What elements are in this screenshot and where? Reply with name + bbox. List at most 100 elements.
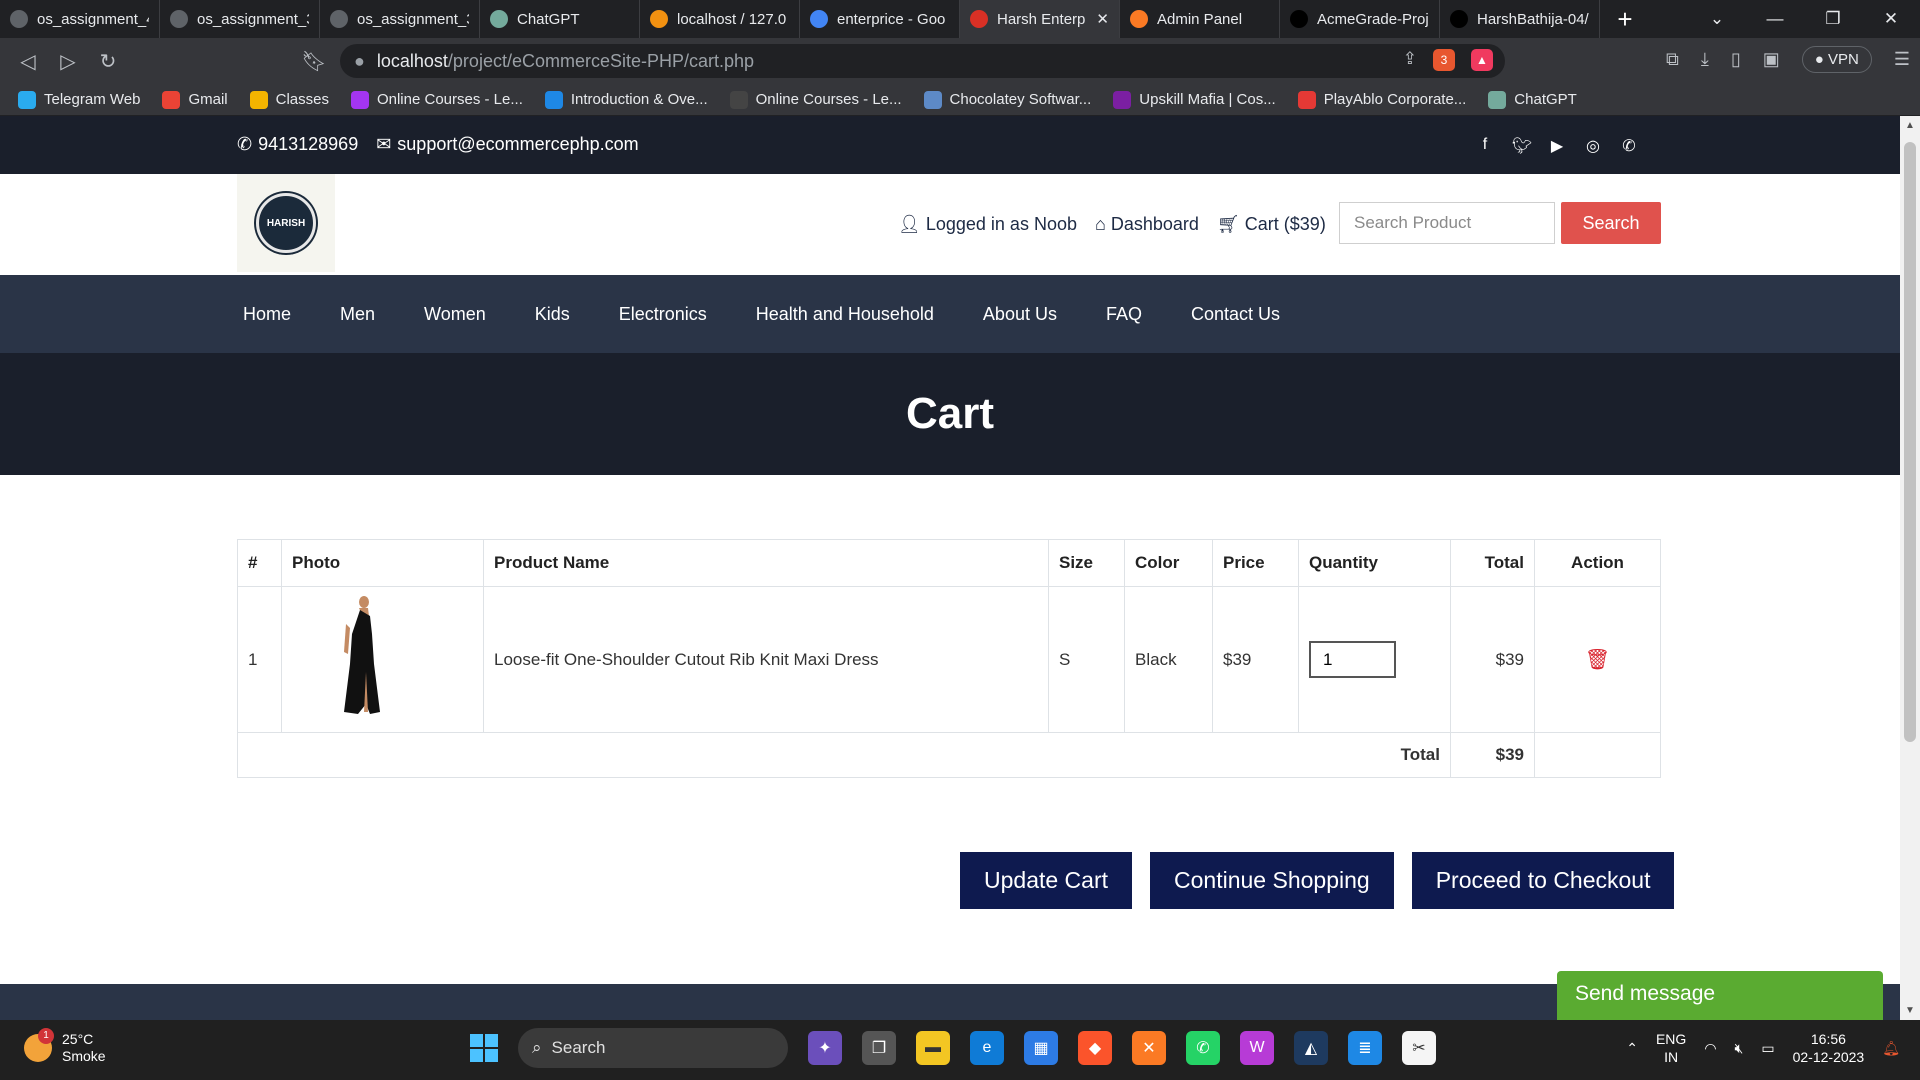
search-button[interactable]: Search	[1561, 202, 1661, 244]
volume-muted-icon[interactable]: 🔇︎	[1735, 1040, 1744, 1057]
store-icon[interactable]: ▦	[1024, 1031, 1058, 1065]
youtube-icon[interactable]: ▶	[1548, 136, 1566, 156]
xampp-icon[interactable]: ✕	[1132, 1031, 1166, 1065]
product-photo[interactable]	[330, 594, 392, 720]
bookmark-item[interactable]: Chocolatey Softwar...	[923, 90, 1091, 109]
instagram-icon[interactable]: ◎	[1584, 136, 1602, 156]
search-input[interactable]	[1339, 202, 1555, 244]
browser-tab[interactable]: os_assignment_4	[0, 0, 160, 38]
bookmark-item[interactable]: Telegram Web	[18, 90, 141, 109]
chat-widget-button[interactable]: Send message	[1557, 971, 1883, 1020]
copilot-icon[interactable]: ✦	[808, 1031, 842, 1065]
email-contact[interactable]: ✉ support@ecommercephp.com	[376, 134, 638, 155]
notification-bell-icon[interactable]: 🔔︎	[1882, 1040, 1900, 1057]
menu-icon[interactable]: ☰	[1894, 49, 1910, 70]
vpn-label: VPN	[1828, 51, 1859, 68]
brave-shields-icon[interactable]: 3	[1433, 49, 1455, 71]
browser-tab[interactable]: Harsh Enterp ✕	[960, 0, 1120, 38]
wallet-icon[interactable]: ▣	[1763, 49, 1780, 70]
minimize-button[interactable]: —	[1746, 9, 1804, 29]
battery-icon[interactable]: ▭	[1761, 1040, 1774, 1057]
nav-item-electronics[interactable]: Electronics	[619, 304, 707, 325]
new-tab-button[interactable]: +	[1600, 4, 1650, 35]
twitter-icon[interactable]: 🐦︎	[1512, 136, 1532, 156]
azure-icon[interactable]: ◭	[1294, 1031, 1328, 1065]
weather-widget[interactable]: 1 25°C Smoke	[24, 1028, 106, 1065]
bookmark-item[interactable]: Gmail	[162, 90, 228, 109]
nav-item-men[interactable]: Men	[340, 304, 375, 325]
bookmark-item[interactable]: Introduction & Ove...	[544, 90, 708, 109]
file-explorer-icon[interactable]: ▬	[916, 1031, 950, 1065]
scrollbar-thumb[interactable]	[1904, 142, 1916, 742]
back-button[interactable]: ◁	[8, 49, 48, 74]
nav-item-faq[interactable]: FAQ	[1106, 304, 1142, 325]
browser-tab[interactable]: HarshBathija-04/	[1440, 0, 1600, 38]
nav-item-health-and-household[interactable]: Health and Household	[756, 304, 934, 325]
continue-shopping-button[interactable]: Continue Shopping	[1150, 852, 1394, 909]
bookmark-item[interactable]: Upskill Mafia | Cos...	[1113, 90, 1276, 109]
bookmark-item[interactable]: Online Courses - Le...	[350, 90, 523, 109]
downloads-icon[interactable]: ⤓	[1701, 49, 1709, 70]
nav-item-kids[interactable]: Kids	[535, 304, 570, 325]
nav-item-about-us[interactable]: About Us	[983, 304, 1057, 325]
bookmark-item[interactable]: ChatGPT	[1488, 90, 1577, 109]
browser-tab[interactable]: os_assignment_3	[160, 0, 320, 38]
brave-browser-icon[interactable]: ◆	[1078, 1031, 1112, 1065]
bookmark-label: Telegram Web	[44, 91, 141, 108]
nav-item-women[interactable]: Women	[424, 304, 486, 325]
product-name[interactable]: Loose-fit One-Shoulder Cutout Rib Knit M…	[483, 586, 1049, 733]
browser-tab[interactable]: ChatGPT	[480, 0, 640, 38]
site-logo[interactable]: HARISH	[237, 174, 335, 272]
reload-button[interactable]: ↻	[88, 49, 128, 74]
tab-search-chevron-icon[interactable]: ⌄	[1688, 9, 1746, 29]
logged-in-link[interactable]: 👤︎ Logged in as Noob	[898, 214, 1077, 235]
whatsapp-icon[interactable]: ✆	[1620, 136, 1638, 156]
browser-tab[interactable]: localhost / 127.0	[640, 0, 800, 38]
notepad-icon[interactable]: ≣	[1348, 1031, 1382, 1065]
facebook-icon[interactable]: f	[1476, 136, 1494, 156]
url-bar[interactable]: ● localhost/project/eCommerceSite-PHP/ca…	[340, 44, 1505, 78]
dashboard-link[interactable]: ⌂ Dashboard	[1095, 214, 1199, 235]
share-icon[interactable]: ⇪	[1403, 49, 1417, 71]
language-indicator[interactable]: ENG IN	[1656, 1030, 1686, 1066]
windows-start-icon[interactable]	[470, 1034, 498, 1062]
sidebar-icon[interactable]: ▯	[1731, 49, 1741, 70]
phone-contact[interactable]: ✆ 9413128969	[237, 134, 358, 155]
bookmark-item[interactable]: Classes	[249, 90, 329, 109]
close-tab-icon[interactable]: ✕	[1096, 10, 1109, 28]
nav-item-contact-us[interactable]: Contact Us	[1191, 304, 1280, 325]
quantity-input[interactable]	[1309, 641, 1396, 678]
restore-button[interactable]: ❐	[1804, 9, 1862, 29]
show-hidden-icons[interactable]: ⌃	[1626, 1040, 1638, 1057]
browser-tab[interactable]: os_assignment_3	[320, 0, 480, 38]
brave-rewards-icon[interactable]: ▲	[1471, 49, 1493, 71]
edge-icon[interactable]: e	[970, 1031, 1004, 1065]
extensions-icon[interactable]: ⧉	[1666, 49, 1679, 70]
browser-tab[interactable]: AcmeGrade-Proj	[1280, 0, 1440, 38]
quantity-cell	[1298, 586, 1451, 733]
cart-link[interactable]: 🛒︎ Cart ($39)	[1217, 214, 1326, 235]
browser-tab[interactable]: Admin Panel	[1120, 0, 1280, 38]
bookmark-page-icon[interactable]: 🔖︎	[294, 49, 334, 74]
site-info-icon[interactable]: ●	[354, 51, 365, 72]
taskbar-search[interactable]: ⌕ Search	[518, 1028, 788, 1068]
scroll-up-icon[interactable]: ▲	[1900, 120, 1920, 131]
browser-tab[interactable]: enterprice - Goo	[800, 0, 960, 38]
bookmark-item[interactable]: Online Courses - Le...	[729, 90, 902, 109]
scroll-down-icon[interactable]: ▼	[1900, 1005, 1920, 1016]
app-w-icon[interactable]: W	[1240, 1031, 1274, 1065]
update-cart-button[interactable]: Update Cart	[960, 852, 1133, 909]
page-scrollbar[interactable]: ▲ ▼	[1900, 116, 1920, 1020]
wifi-icon[interactable]: ◠	[1704, 1040, 1716, 1057]
nav-item-home[interactable]: Home	[243, 304, 291, 325]
clock[interactable]: 16:56 02-12-2023	[1793, 1030, 1865, 1066]
close-window-button[interactable]: ✕	[1862, 9, 1920, 29]
forward-button[interactable]: ▷	[48, 49, 88, 74]
vpn-button[interactable]: ● VPN	[1801, 46, 1872, 73]
snipping-tool-icon[interactable]: ✂	[1402, 1031, 1436, 1065]
bookmark-item[interactable]: PlayAblo Corporate...	[1297, 90, 1466, 109]
proceed-to-checkout-button[interactable]: Proceed to Checkout	[1411, 852, 1675, 909]
task-view-icon[interactable]: ❐	[862, 1031, 896, 1065]
trash-icon[interactable]: 🗑︎	[1585, 649, 1610, 671]
whatsapp-taskbar-icon[interactable]: ✆	[1186, 1031, 1220, 1065]
